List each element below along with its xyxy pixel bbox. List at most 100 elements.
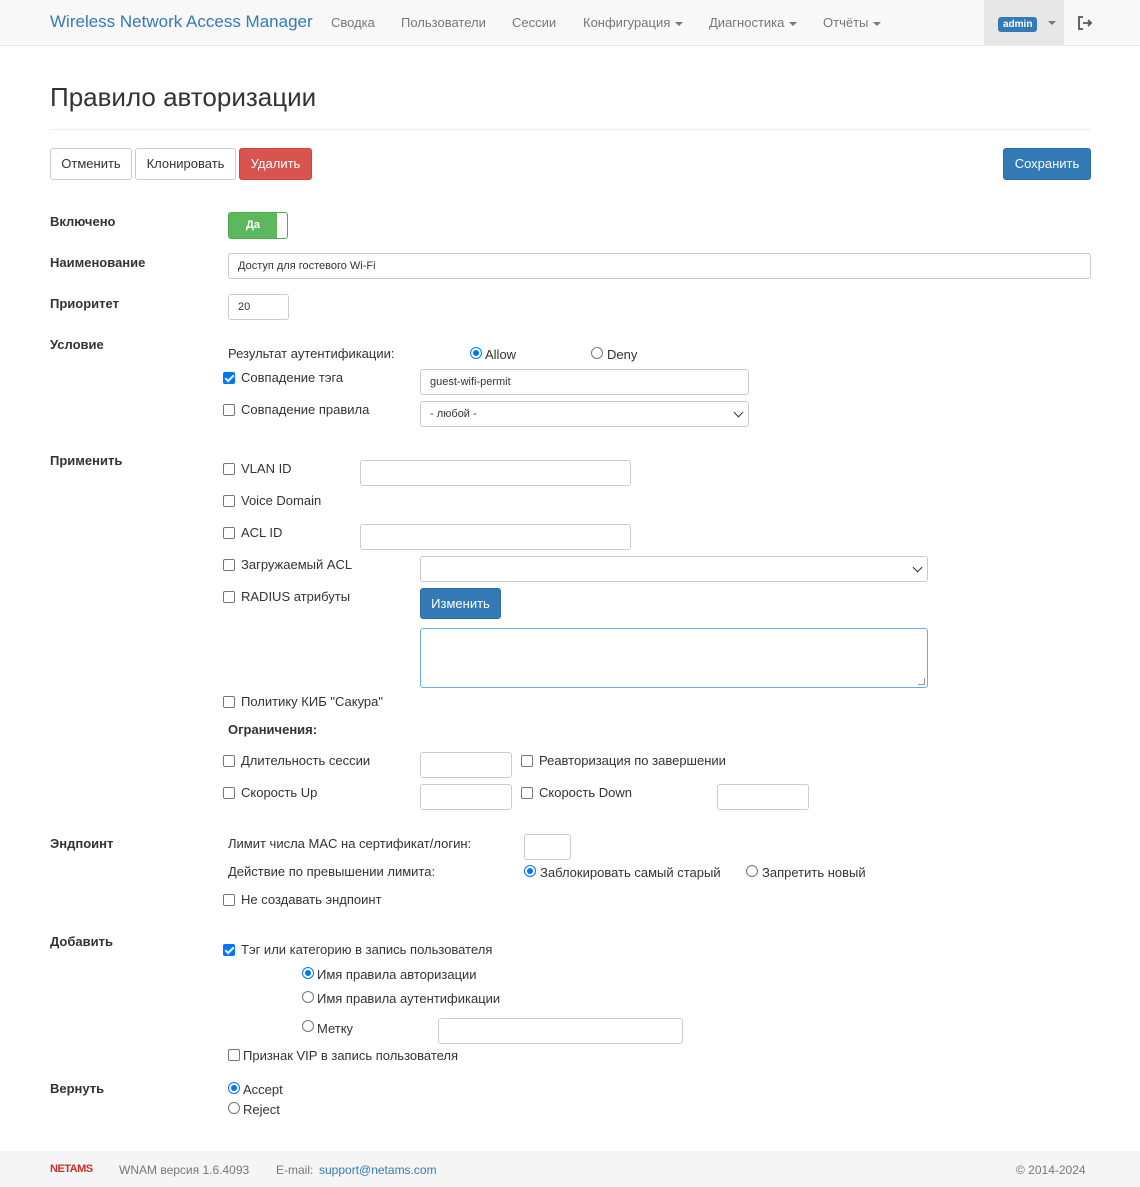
tag-match-input[interactable]: guest-wifi-permit bbox=[420, 369, 749, 395]
divider bbox=[50, 129, 1091, 130]
policy-label: Политику КИБ "Сакура" bbox=[241, 694, 383, 709]
user-menu[interactable]: admin bbox=[984, 0, 1064, 46]
reauth-checkbox[interactable] bbox=[521, 755, 533, 767]
rule-match-select[interactable]: - любой - bbox=[420, 401, 749, 427]
deny-new-label: Запретить новый bbox=[762, 865, 866, 880]
email-label: E-mail: bbox=[276, 1163, 314, 1177]
acl-id-input[interactable] bbox=[360, 524, 631, 550]
speed-up-input[interactable] bbox=[420, 784, 512, 810]
rule-match-label: Совпадение правила bbox=[241, 402, 370, 417]
chevron-down-icon bbox=[733, 407, 744, 418]
tag-category-checkbox[interactable] bbox=[223, 944, 235, 956]
nav-summary[interactable]: Сводка bbox=[331, 15, 375, 30]
speed-down-input[interactable] bbox=[717, 784, 809, 810]
speed-down-checkbox[interactable] bbox=[521, 787, 533, 799]
return-label: Вернуть bbox=[50, 1081, 105, 1096]
save-button[interactable]: Сохранить bbox=[1003, 148, 1091, 180]
navbar: Wireless Network Access Manager Сводка П… bbox=[0, 0, 1140, 46]
acl-id-checkbox[interactable] bbox=[223, 527, 235, 539]
tag-category-label: Тэг или категорию в запись пользователя bbox=[241, 942, 493, 957]
logout-icon[interactable] bbox=[1076, 14, 1094, 32]
authn-rule-name-radio[interactable] bbox=[302, 991, 314, 1003]
copyright-text: © 2014-2024 bbox=[1016, 1163, 1086, 1177]
mark-label: Метку bbox=[317, 1021, 354, 1036]
speed-down-label: Скорость Down bbox=[539, 785, 632, 800]
deny-radio[interactable] bbox=[591, 347, 603, 359]
resize-handle-icon[interactable] bbox=[918, 678, 925, 685]
policy-checkbox[interactable] bbox=[223, 696, 235, 708]
caret-down-icon bbox=[675, 21, 684, 26]
radius-checkbox[interactable] bbox=[223, 591, 235, 603]
rule-match-select-value: - любой - bbox=[430, 408, 477, 420]
nav-reports-label: Отчёты bbox=[823, 15, 869, 30]
name-input[interactable]: Доступ для гостевого Wi-Fi bbox=[228, 253, 1091, 279]
accept-radio[interactable] bbox=[228, 1082, 240, 1094]
dacl-checkbox[interactable] bbox=[223, 559, 235, 571]
dacl-label: Загружаемый ACL bbox=[241, 557, 353, 572]
cancel-button[interactable]: Отменить bbox=[50, 148, 132, 180]
nav-configuration-label: Конфигурация bbox=[583, 15, 671, 30]
dacl-select[interactable] bbox=[420, 556, 928, 582]
tag-match-label: Совпадение тэга bbox=[241, 370, 344, 385]
clone-button[interactable]: Клонировать bbox=[135, 148, 236, 180]
rule-match-checkbox[interactable] bbox=[223, 404, 235, 416]
caret-down-icon bbox=[789, 21, 798, 26]
tag-match-checkbox[interactable] bbox=[223, 372, 235, 384]
vlan-id-input[interactable] bbox=[360, 460, 631, 486]
nav-diagnostics[interactable]: Диагностика bbox=[709, 15, 798, 30]
session-duration-checkbox[interactable] bbox=[223, 755, 235, 767]
email-link[interactable]: support@netams.com bbox=[319, 1163, 437, 1177]
caret-down-icon bbox=[873, 21, 882, 26]
name-label: Наименование bbox=[50, 255, 146, 270]
reject-radio[interactable] bbox=[228, 1102, 240, 1114]
nav-sessions[interactable]: Сессии bbox=[512, 15, 556, 30]
allow-radio[interactable] bbox=[470, 347, 482, 359]
radius-textarea[interactable] bbox=[420, 628, 928, 688]
vip-checkbox[interactable] bbox=[228, 1049, 240, 1061]
no-endpoint-label: Не создавать эндпоинт bbox=[241, 892, 382, 907]
authn-rule-name-label: Имя правила аутентификации bbox=[317, 991, 501, 1006]
block-oldest-label: Заблокировать самый старый bbox=[540, 865, 721, 880]
caret-down-icon bbox=[1048, 21, 1056, 25]
session-duration-input[interactable] bbox=[420, 752, 512, 778]
nav-diagnostics-label: Диагностика bbox=[709, 15, 785, 30]
condition-label: Условие bbox=[50, 337, 104, 352]
add-label: Добавить bbox=[50, 934, 113, 949]
brand-link[interactable]: Wireless Network Access Manager bbox=[50, 12, 313, 32]
acl-id-label: ACL ID bbox=[241, 525, 283, 540]
reject-label: Reject bbox=[243, 1102, 280, 1117]
enabled-toggle[interactable]: Да bbox=[228, 212, 288, 239]
footer: NETAMS WNAM версия 1.6.4093 E-mail: supp… bbox=[0, 1151, 1140, 1187]
block-oldest-radio[interactable] bbox=[524, 865, 536, 877]
version-text: WNAM версия 1.6.4093 bbox=[119, 1163, 250, 1177]
accept-label: Accept bbox=[243, 1082, 283, 1097]
nav-reports[interactable]: Отчёты bbox=[823, 15, 882, 30]
netams-logo: NETAMS bbox=[50, 1163, 93, 1175]
limits-label: Ограничения: bbox=[228, 722, 318, 737]
radius-label: RADIUS атрибуты bbox=[241, 589, 351, 604]
reauth-label: Реавторизация по завершении bbox=[539, 753, 726, 768]
priority-input[interactable]: 20 bbox=[228, 294, 289, 320]
nav-users[interactable]: Пользователи bbox=[401, 15, 486, 30]
mark-radio[interactable] bbox=[302, 1020, 314, 1032]
vlan-id-label: VLAN ID bbox=[241, 461, 292, 476]
no-endpoint-checkbox[interactable] bbox=[223, 894, 235, 906]
endpoint-label: Эндпоинт bbox=[50, 836, 114, 851]
edit-radius-button[interactable]: Изменить bbox=[420, 588, 501, 619]
allow-label: Allow bbox=[485, 347, 517, 362]
delete-button[interactable]: Удалить bbox=[239, 148, 312, 180]
deny-new-radio[interactable] bbox=[746, 865, 758, 877]
limit-action-label: Действие по превышении лимита: bbox=[228, 864, 436, 879]
auth-result-label: Результат аутентификации: bbox=[228, 346, 395, 361]
mark-input[interactable] bbox=[438, 1018, 683, 1044]
page-title: Правило авторизации bbox=[50, 82, 317, 112]
vlan-id-checkbox[interactable] bbox=[223, 463, 235, 475]
voice-domain-checkbox[interactable] bbox=[223, 495, 235, 507]
authz-rule-name-label: Имя правила авторизации bbox=[317, 967, 477, 982]
authz-rule-name-radio[interactable] bbox=[302, 967, 314, 979]
session-duration-label: Длительность сессии bbox=[241, 753, 371, 768]
speed-up-checkbox[interactable] bbox=[223, 787, 235, 799]
nav-configuration[interactable]: Конфигурация bbox=[583, 15, 684, 30]
mac-limit-input[interactable] bbox=[524, 834, 571, 860]
chevron-down-icon bbox=[912, 562, 923, 573]
